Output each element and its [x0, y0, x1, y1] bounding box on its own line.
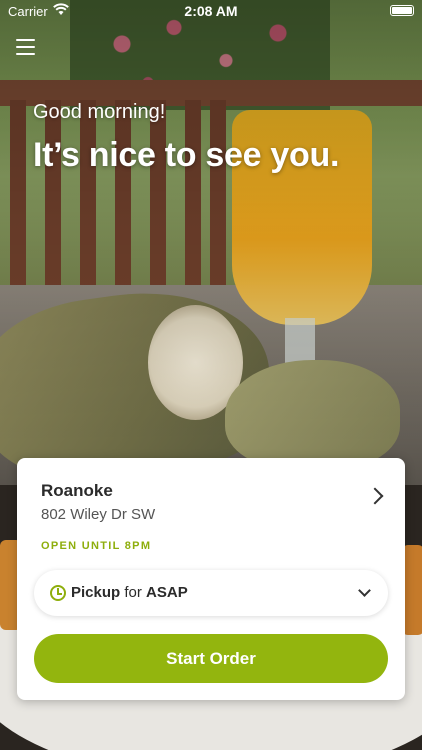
pickup-time-selector[interactable]: Pickup for ASAP [34, 570, 388, 616]
status-bar: Carrier 2:08 AM [0, 0, 422, 22]
chevron-right-icon [366, 487, 384, 505]
pickup-label: Pickup for ASAP [71, 584, 188, 601]
order-card: Roanoke 802 Wiley Dr SW OPEN UNTIL 8PM P… [17, 458, 405, 700]
start-order-button[interactable]: Start Order [34, 634, 388, 683]
store-address: 802 Wiley Dr SW [41, 506, 156, 523]
greeting-text: Good morning! [33, 101, 166, 123]
battery-icon [390, 5, 414, 16]
clock-icon [50, 585, 66, 601]
chevron-down-icon [358, 584, 371, 597]
store-selector[interactable]: Roanoke 802 Wiley Dr SW [17, 458, 405, 538]
status-time: 2:08 AM [184, 3, 238, 19]
store-hours: OPEN UNTIL 8PM [41, 540, 152, 552]
store-name: Roanoke [41, 481, 113, 500]
menu-icon[interactable] [16, 39, 35, 57]
headline-text: It’s nice to see you. [33, 136, 340, 174]
